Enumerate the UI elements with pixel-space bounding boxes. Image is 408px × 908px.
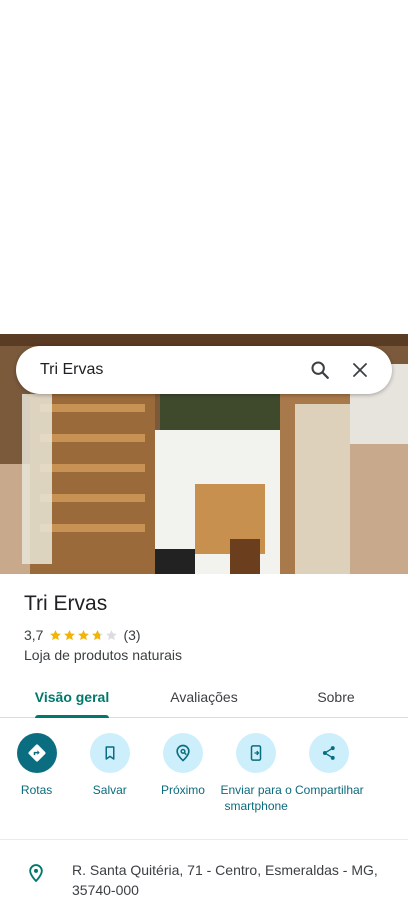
star-icon (78, 629, 90, 640)
search-icon[interactable] (300, 350, 340, 390)
star-icon (50, 629, 62, 640)
close-icon[interactable] (340, 350, 380, 390)
star-icon (106, 629, 118, 640)
action-label: Próximo (160, 783, 205, 797)
search-bar: Tri Ervas (16, 346, 392, 394)
share-button[interactable]: Compartilhar (293, 733, 366, 833)
send-to-phone-icon (236, 733, 277, 773)
rating-value: 3,7 (24, 627, 44, 643)
tab-label: Avaliações (170, 688, 238, 705)
tab-bar: Visão geral Avaliações Sobre (0, 676, 408, 718)
share-icon (309, 733, 350, 773)
search-input[interactable]: Tri Ervas (40, 361, 300, 379)
review-count: (3) (123, 627, 141, 643)
tab-label: Visão geral (34, 688, 110, 705)
nearby-icon (162, 733, 203, 773)
action-label: Compartilhar (294, 783, 364, 797)
action-label: Enviar para o smartphone (220, 783, 292, 813)
map-area[interactable] (0, 0, 408, 334)
action-buttons: Rotas Salvar Próximo Enviar para o smart… (0, 733, 408, 833)
place-title: Tri Ervas (24, 592, 108, 615)
tab-label: Sobre (317, 688, 355, 705)
action-label: Salvar (92, 783, 127, 797)
divider (0, 839, 408, 840)
nearby-button[interactable]: Próximo (146, 733, 219, 833)
location-pin-icon (0, 860, 72, 900)
address-row[interactable]: R. Santa Quitéria, 71 - Centro, Esmerald… (0, 860, 408, 900)
tab-overview[interactable]: Visão geral (0, 676, 144, 718)
send-to-phone-button[interactable]: Enviar para o smartphone (220, 733, 293, 833)
tab-reviews[interactable]: Avaliações (144, 676, 264, 717)
active-tab-indicator (35, 715, 109, 718)
rating-row[interactable]: 3,7 (3) (24, 626, 141, 644)
place-category[interactable]: Loja de produtos naturais (24, 647, 182, 663)
save-button[interactable]: Salvar (73, 733, 146, 833)
bookmark-icon (89, 733, 130, 773)
tab-about[interactable]: Sobre (264, 676, 408, 717)
directions-button[interactable]: Rotas (0, 733, 73, 833)
rating-stars (49, 629, 119, 642)
directions-icon (16, 733, 57, 773)
star-icon (92, 629, 104, 640)
address-text: R. Santa Quitéria, 71 - Centro, Esmerald… (72, 862, 378, 898)
action-label: Rotas (20, 783, 53, 797)
star-icon (64, 629, 76, 640)
